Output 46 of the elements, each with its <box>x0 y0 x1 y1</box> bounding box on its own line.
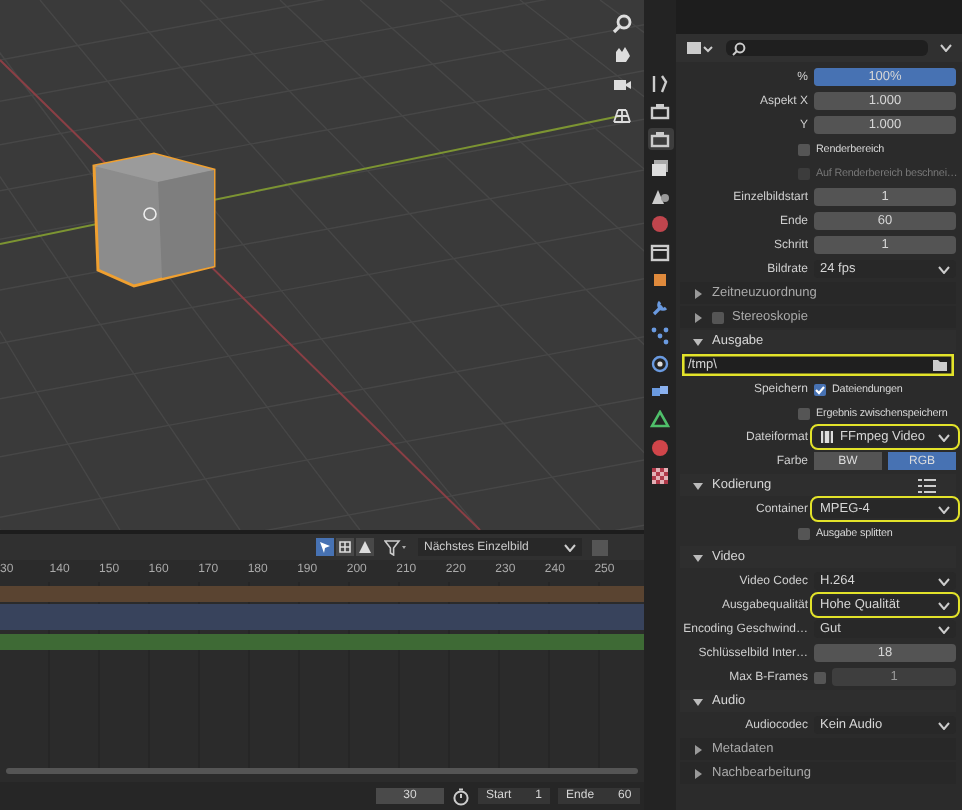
filter-icon[interactable] <box>384 539 408 555</box>
folder-icon[interactable] <box>932 358 948 372</box>
disclosure-triangle-icon[interactable] <box>692 551 704 563</box>
search-field[interactable] <box>726 40 928 56</box>
orbit-icon[interactable] <box>647 352 673 374</box>
box-icon[interactable] <box>647 240 673 262</box>
disclosure-triangle-icon[interactable] <box>692 287 704 299</box>
stopwatch-icon[interactable] <box>452 787 470 805</box>
caret-icon <box>938 577 950 585</box>
disclosure-triangle-icon[interactable] <box>692 743 704 755</box>
editor-type-icon[interactable] <box>686 39 714 57</box>
caret-icon <box>938 505 950 513</box>
caret-icon[interactable] <box>940 44 952 52</box>
checkbox[interactable] <box>798 527 810 539</box>
caret-icon <box>938 721 950 729</box>
caret-icon <box>938 625 950 633</box>
checker-icon[interactable] <box>647 464 673 486</box>
checkbox[interactable] <box>712 311 724 323</box>
scrollbar[interactable] <box>6 768 638 774</box>
film-icon <box>820 430 834 444</box>
particles-icon[interactable] <box>647 324 673 346</box>
wrench-icon[interactable] <box>647 296 673 318</box>
disclosure-triangle-icon[interactable] <box>692 311 704 323</box>
search-icon <box>732 41 746 55</box>
triangle-mesh-icon[interactable] <box>647 408 673 430</box>
disclosure-triangle-icon[interactable] <box>692 695 704 707</box>
checkbox[interactable] <box>798 143 810 155</box>
caret-icon <box>564 543 576 551</box>
disclosure-triangle-icon[interactable] <box>692 479 704 491</box>
printer-icon[interactable] <box>647 128 673 150</box>
checkbox[interactable] <box>798 407 810 419</box>
grid-icon[interactable] <box>336 538 354 556</box>
caret-icon <box>938 601 950 609</box>
checkbox[interactable] <box>814 671 826 683</box>
sphere-icon[interactable] <box>647 436 673 458</box>
grid-icon[interactable] <box>612 104 632 124</box>
caret-icon <box>938 265 950 273</box>
caret-icon <box>938 433 950 441</box>
list-icon[interactable] <box>918 477 936 493</box>
checkbox[interactable] <box>814 383 826 395</box>
disclosure-triangle-icon[interactable] <box>692 767 704 779</box>
image-stack-icon[interactable] <box>647 156 673 178</box>
cursor-icon[interactable] <box>316 538 334 556</box>
disclosure-triangle-icon[interactable] <box>692 335 704 347</box>
hand-icon[interactable] <box>612 44 632 64</box>
zoom-icon[interactable] <box>612 14 632 34</box>
